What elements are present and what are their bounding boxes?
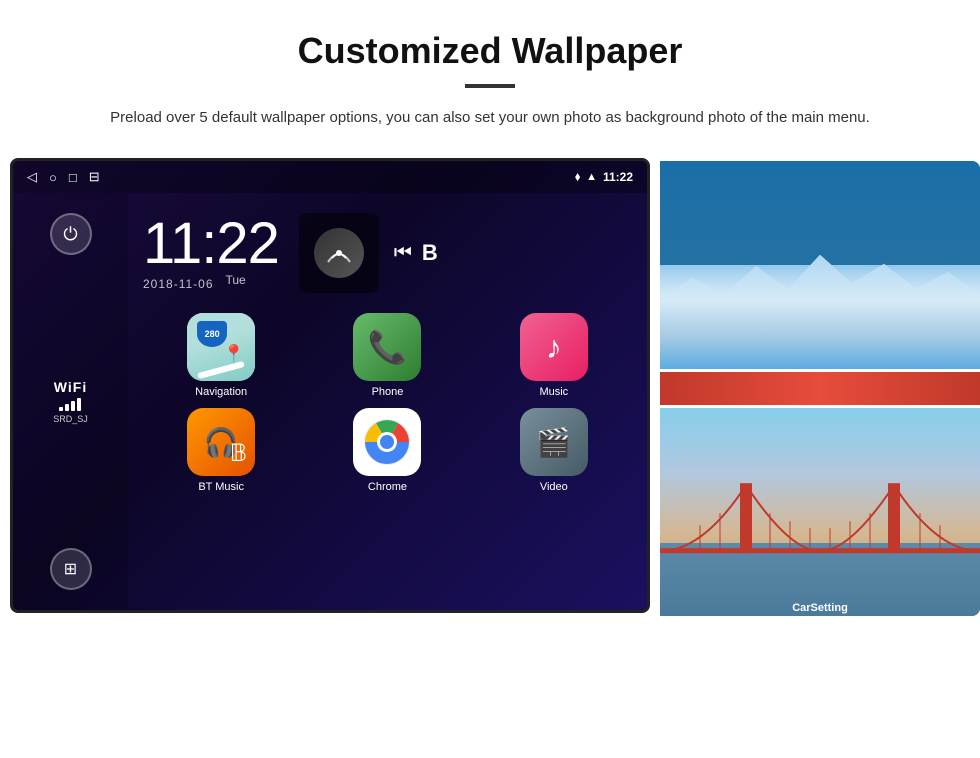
next-letter-label: B: [422, 240, 438, 266]
wallpaper-panels: CarSetting: [660, 161, 980, 616]
wifi-ssid: SRD_SJ: [53, 414, 88, 424]
wallpaper-top[interactable]: [660, 161, 980, 369]
bt-app-icon: 𝔹 🎧: [187, 408, 255, 476]
chrome-app-icon: [353, 408, 421, 476]
wifi-bar-2: [65, 404, 69, 411]
app-music[interactable]: ♪ Music: [476, 313, 632, 398]
power-button[interactable]: ⏻: [50, 213, 92, 255]
wallpaper-bottom[interactable]: CarSetting: [660, 408, 980, 616]
status-nav-icons: ◁ ○ □ ⊟: [27, 169, 100, 185]
wp-ice: [660, 255, 980, 369]
status-right-icons: ⬧ ▲ 11:22: [575, 170, 633, 184]
bridge-svg: [660, 450, 980, 616]
media-widget-icon: [314, 228, 364, 278]
status-time: 11:22: [603, 170, 633, 184]
carsetting-label: CarSetting: [792, 602, 848, 614]
bt-app-label: BT Music: [198, 481, 244, 493]
wifi-bar-1: [59, 407, 63, 411]
power-icon: ⏻: [63, 224, 77, 245]
status-bar: ◁ ○ □ ⊟ ⬧ ▲ 11:22: [13, 161, 647, 193]
page-title: Customized Wallpaper: [298, 30, 683, 72]
wifi-bars: [59, 398, 81, 411]
phone-app-icon: 📞: [353, 313, 421, 381]
location-icon: ⬧: [575, 171, 580, 184]
video-app-label: Video: [540, 481, 568, 493]
app-navigation[interactable]: 280 📍 Navigation: [143, 313, 299, 398]
wifi-bar-3: [71, 401, 75, 411]
clock-date-row: 2018-11-06 Tue: [143, 273, 246, 291]
sidebar: ⏻ WiFi SRD_SJ ⊞: [13, 193, 128, 610]
wifi-widget[interactable]: WiFi SRD_SJ: [53, 379, 88, 424]
clock-block: 11:22 2018-11-06 Tue: [143, 215, 279, 291]
nav-app-icon: 280 📍: [187, 313, 255, 381]
music-app-label: Music: [539, 386, 568, 398]
app-phone[interactable]: 📞 Phone: [309, 313, 465, 398]
clock-date: 2018-11-06: [143, 277, 214, 291]
clock-time: 11:22: [143, 215, 279, 273]
home-nav-icon[interactable]: ○: [49, 170, 57, 185]
wp-sky: [660, 161, 980, 265]
back-nav-icon[interactable]: ◁: [27, 169, 37, 185]
wp-middle-shelf: [660, 372, 980, 405]
chrome-app-label: Chrome: [368, 481, 407, 493]
media-signal-icon: [324, 238, 354, 268]
app-video[interactable]: 🎬 Video: [476, 408, 632, 493]
nav-app-label: Navigation: [195, 386, 247, 398]
clock-day: Tue: [226, 273, 246, 291]
phone-app-label: Phone: [372, 386, 404, 398]
title-divider: [465, 84, 515, 88]
chrome-svg-icon: [362, 417, 412, 467]
app-bt-music[interactable]: 𝔹 🎧 BT Music: [143, 408, 299, 493]
media-controls: ⏮ B: [394, 240, 438, 266]
bluetooth-icon: 𝔹: [230, 439, 248, 468]
video-app-icon: 🎬: [520, 408, 588, 476]
wifi-bar-4: [77, 398, 81, 411]
video-icon: 🎬: [536, 426, 571, 459]
android-screen: ◁ ○ □ ⊟ ⬧ ▲ 11:22 ⏻: [10, 158, 650, 613]
clock-area: 11:22 2018-11-06 Tue: [128, 193, 647, 303]
recent-nav-icon[interactable]: □: [69, 170, 77, 185]
grid-icon: ⊞: [64, 559, 77, 579]
nav-marker-icon: 📍: [223, 344, 245, 365]
wifi-status-icon: ▲: [586, 171, 597, 183]
app-chrome[interactable]: Chrome: [309, 408, 465, 493]
music-app-icon: ♪: [520, 313, 588, 381]
device-area: ◁ ○ □ ⊟ ⬧ ▲ 11:22 ⏻: [10, 158, 970, 613]
music-icon: ♪: [546, 329, 562, 366]
screenshot-icon[interactable]: ⊟: [89, 169, 100, 185]
prev-track-icon[interactable]: ⏮: [394, 242, 412, 265]
android-main: ⏻ WiFi SRD_SJ ⊞: [13, 193, 647, 610]
apps-grid-button[interactable]: ⊞: [50, 548, 92, 590]
center-content: 11:22 2018-11-06 Tue: [128, 193, 647, 610]
wifi-label: WiFi: [54, 379, 87, 395]
phone-icon: 📞: [368, 328, 408, 366]
page-description: Preload over 5 default wallpaper options…: [110, 106, 870, 130]
app-grid: 280 📍 Navigation 📞 Phone: [128, 303, 647, 503]
page-wrapper: Customized Wallpaper Preload over 5 defa…: [0, 0, 980, 633]
media-widget: [299, 213, 379, 293]
